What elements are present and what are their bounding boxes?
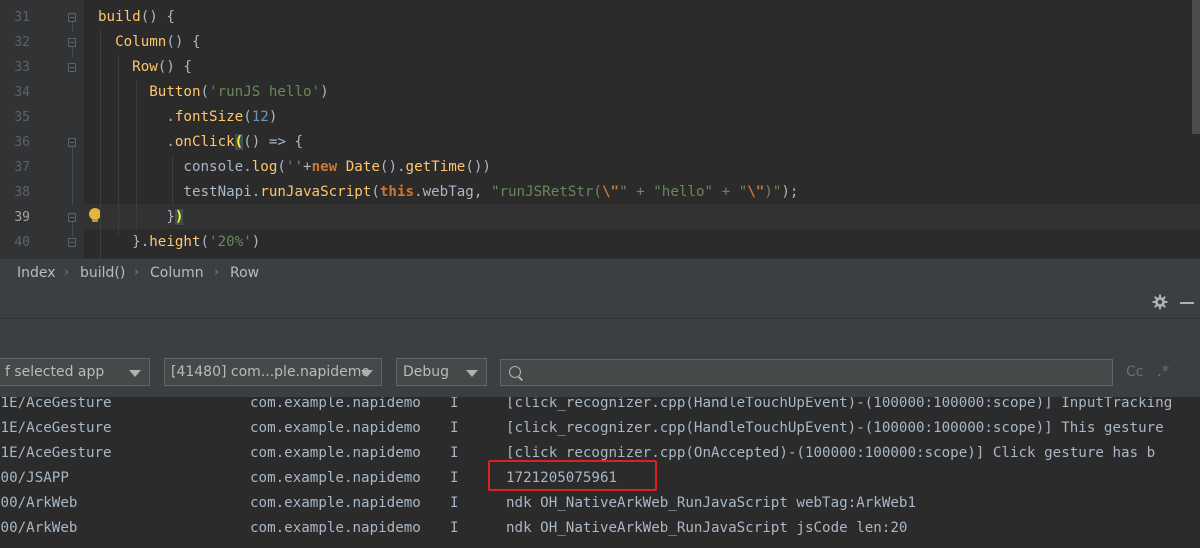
match-case-toggle[interactable]: Cc [1126, 364, 1143, 380]
log-level: I [450, 397, 459, 411]
line-number: 31 [14, 10, 30, 25]
log-package: com.example.napidemo [250, 445, 421, 461]
chevron-down-icon [361, 370, 373, 377]
log-tag: F00/ArkWeb [0, 495, 78, 511]
log-level-dropdown[interactable]: Debug [396, 358, 487, 386]
line-number: 35 [14, 110, 30, 125]
gear-icon[interactable] [1152, 294, 1168, 310]
log-row: 91E/AceGesture com.example.napidemo I [c… [0, 397, 1200, 416]
fold-marker-icon[interactable] [68, 238, 76, 247]
log-tag: 000/JSAPP [0, 470, 69, 486]
log-level: I [450, 420, 459, 436]
log-package: com.example.napidemo [250, 397, 421, 411]
code-line: build() { [98, 9, 175, 25]
logcat-panel-header [0, 288, 1200, 319]
log-package: com.example.napidemo [250, 495, 421, 511]
fold-line [72, 47, 73, 57]
log-level: I [450, 520, 459, 536]
log-message: [click_recognizer.cpp(HandleTouchUpEvent… [506, 420, 1164, 436]
search-icon [509, 366, 521, 378]
log-level-dropdown-value: Debug [403, 364, 450, 380]
line-number: 34 [14, 85, 30, 100]
breadcrumb-item[interactable]: Row [230, 265, 259, 281]
log-package: com.example.napidemo [250, 470, 421, 486]
breadcrumb-item[interactable]: build() [80, 265, 125, 281]
log-row: F00/ArkWeb com.example.napidemo I ndk OH… [0, 491, 1200, 516]
log-row: F00/ArkWeb com.example.napidemo I ndk OH… [0, 516, 1200, 541]
process-dropdown-value: [41480] com...ple.napidemo [171, 364, 370, 380]
fold-marker-icon[interactable] [68, 63, 76, 72]
device-app-dropdown[interactable]: f selected app [0, 358, 150, 386]
code-line: }) [98, 209, 184, 225]
editor-scrollbar-thumb[interactable] [1192, 0, 1200, 134]
fold-marker-icon[interactable] [68, 213, 76, 222]
log-level: I [450, 470, 459, 486]
code-line: .onClick(() => { [98, 134, 304, 150]
breadcrumb: Index › build() › Column › Row [0, 258, 1200, 289]
line-number: 38 [14, 185, 30, 200]
line-number: 32 [14, 35, 30, 50]
log-message: ndk OH_NativeArkWeb_RunJavaScript jsCode… [506, 520, 908, 536]
chevron-down-icon [466, 370, 478, 377]
device-app-dropdown-value: f selected app [5, 364, 105, 380]
line-gutter: 31 32 33 34 35 36 37 38 39 40 [0, 0, 84, 258]
line-number: 40 [14, 235, 30, 250]
log-message: [click_recognizer.cpp(HandleTouchUpEvent… [506, 397, 1173, 411]
log-tag: 91E/AceGesture [0, 445, 112, 461]
line-number-active: 39 [14, 210, 30, 225]
log-search-input[interactable] [500, 359, 1113, 386]
code-line: testNapi.runJavaScript(this.webTag, "run… [98, 184, 799, 200]
fold-marker-icon[interactable] [68, 138, 76, 147]
code-line: }.height('20%') [98, 234, 261, 250]
log-level: I [450, 495, 459, 511]
breadcrumb-separator: › [64, 265, 70, 280]
log-package: com.example.napidemo [250, 420, 421, 436]
code-line: Column() { [115, 34, 201, 50]
breadcrumb-separator: › [134, 265, 140, 280]
fold-line [72, 147, 73, 205]
log-tag: 91E/AceGesture [0, 420, 112, 436]
line-number: 36 [14, 135, 30, 150]
log-tag: 91E/AceGesture [0, 397, 112, 411]
breadcrumb-separator: › [214, 265, 220, 280]
chevron-down-icon [129, 370, 141, 377]
breadcrumb-item[interactable]: Column [150, 265, 204, 281]
code-line: .fontSize(12) [98, 109, 278, 125]
code-line: Row() { [132, 59, 192, 75]
log-message: ndk OH_NativeArkWeb_RunJavaScript webTag… [506, 495, 916, 511]
log-row: 91E/AceGesture com.example.napidemo I [c… [0, 416, 1200, 441]
log-tag: F00/ArkWeb [0, 520, 78, 536]
fold-marker-icon[interactable] [68, 38, 76, 47]
line-number: 37 [14, 160, 30, 175]
code-line: console.log(''+new Date().getTime()) [98, 159, 491, 175]
fold-line [72, 222, 73, 236]
caret-row-highlight [84, 204, 1200, 229]
fold-line [72, 22, 73, 32]
code-line: Button('runJS hello') [149, 84, 329, 100]
fold-marker-icon[interactable] [68, 13, 76, 22]
log-package: com.example.napidemo [250, 520, 421, 536]
regex-toggle[interactable]: .* [1157, 362, 1169, 380]
minimize-icon[interactable] [1180, 302, 1194, 304]
code-editor[interactable]: 31 32 33 34 35 36 37 38 39 40 build() { … [0, 0, 1200, 258]
log-level: I [450, 445, 459, 461]
breadcrumb-item[interactable]: Index [17, 265, 56, 281]
annotation-highlight-box [488, 460, 657, 491]
line-number: 33 [14, 60, 30, 75]
process-dropdown[interactable]: [41480] com...ple.napidemo [164, 358, 382, 386]
